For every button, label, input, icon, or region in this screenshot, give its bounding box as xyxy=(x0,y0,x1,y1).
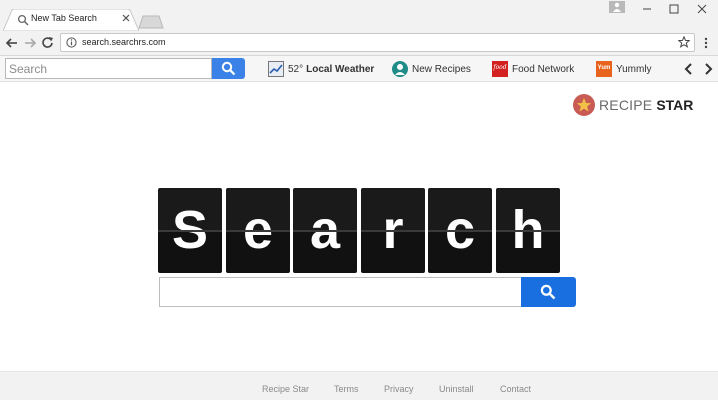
footer-link-recipe-star[interactable]: Recipe Star xyxy=(262,384,309,394)
search-icon xyxy=(17,14,29,26)
browser-titlebar: New Tab Search xyxy=(0,0,718,31)
food-network-label: Food Network xyxy=(512,63,575,75)
yummly-icon: Yum xyxy=(596,61,612,77)
flip-tile: S xyxy=(158,188,222,273)
footer-link-privacy[interactable]: Privacy xyxy=(384,384,414,394)
flip-tile: h xyxy=(496,188,560,273)
toolbar-search-input[interactable] xyxy=(5,58,212,79)
flip-tile: e xyxy=(226,188,290,273)
new-tab-button[interactable] xyxy=(138,15,164,29)
search-icon xyxy=(540,284,556,300)
yummly-label: Yummly xyxy=(616,63,652,75)
toolbar-search-button[interactable] xyxy=(212,58,245,79)
toolbar-new-recipes-link[interactable]: New Recipes xyxy=(392,59,471,79)
weather-label: Local Weather xyxy=(306,63,375,75)
forward-button[interactable] xyxy=(23,36,37,50)
star-badge-icon xyxy=(573,94,595,116)
recipe-star-logo[interactable]: RECIPE STAR xyxy=(573,94,693,116)
footer-link-terms[interactable]: Terms xyxy=(334,384,359,394)
flip-tile: r xyxy=(361,188,425,273)
food-network-icon: food xyxy=(492,61,508,77)
extension-toolbar: 52° Local Weather New Recipes food Food … xyxy=(0,56,718,82)
reload-button[interactable] xyxy=(41,36,55,50)
chef-icon xyxy=(392,61,408,77)
star-icon[interactable] xyxy=(678,36,690,48)
url-text[interactable]: search.searchrs.com xyxy=(82,37,166,47)
window-close-button[interactable] xyxy=(686,0,718,18)
footer-link-uninstall[interactable]: Uninstall xyxy=(439,384,474,394)
toolbar-food-network-link[interactable]: food Food Network xyxy=(492,59,574,79)
person-icon xyxy=(613,2,621,12)
weather-temp: 52° xyxy=(288,63,304,75)
main-search-button[interactable] xyxy=(521,277,576,307)
flip-tile: a xyxy=(293,188,357,273)
close-icon[interactable] xyxy=(121,13,131,23)
menu-icon[interactable] xyxy=(703,36,709,50)
toolbar-weather-link[interactable]: 52° Local Weather xyxy=(268,59,374,79)
chevron-left-icon[interactable] xyxy=(684,62,694,76)
tab-title: New Tab Search xyxy=(31,13,97,23)
page-footer: Recipe Star Terms Privacy Uninstall Cont… xyxy=(0,371,718,400)
chevron-right-icon[interactable] xyxy=(703,62,713,76)
search-icon xyxy=(221,61,236,76)
info-icon[interactable] xyxy=(66,37,77,48)
main-search-input[interactable] xyxy=(159,277,522,307)
toolbar-yummly-link[interactable]: Yum Yummly xyxy=(596,59,652,79)
profile-button[interactable] xyxy=(609,1,625,13)
flip-tile: c xyxy=(428,188,492,273)
brand-word-recipe: RECIPE xyxy=(599,97,653,113)
weather-icon xyxy=(268,61,284,77)
back-button[interactable] xyxy=(5,36,19,50)
new-recipes-label: New Recipes xyxy=(412,63,471,75)
omnibox[interactable]: search.searchrs.com xyxy=(60,33,695,52)
footer-link-contact[interactable]: Contact xyxy=(500,384,531,394)
brand-word-star: STAR xyxy=(656,97,694,113)
address-bar-row: search.searchrs.com xyxy=(0,31,718,56)
search-flip-board: S e a r c h xyxy=(158,188,562,273)
browser-tab[interactable]: New Tab Search xyxy=(3,9,139,31)
